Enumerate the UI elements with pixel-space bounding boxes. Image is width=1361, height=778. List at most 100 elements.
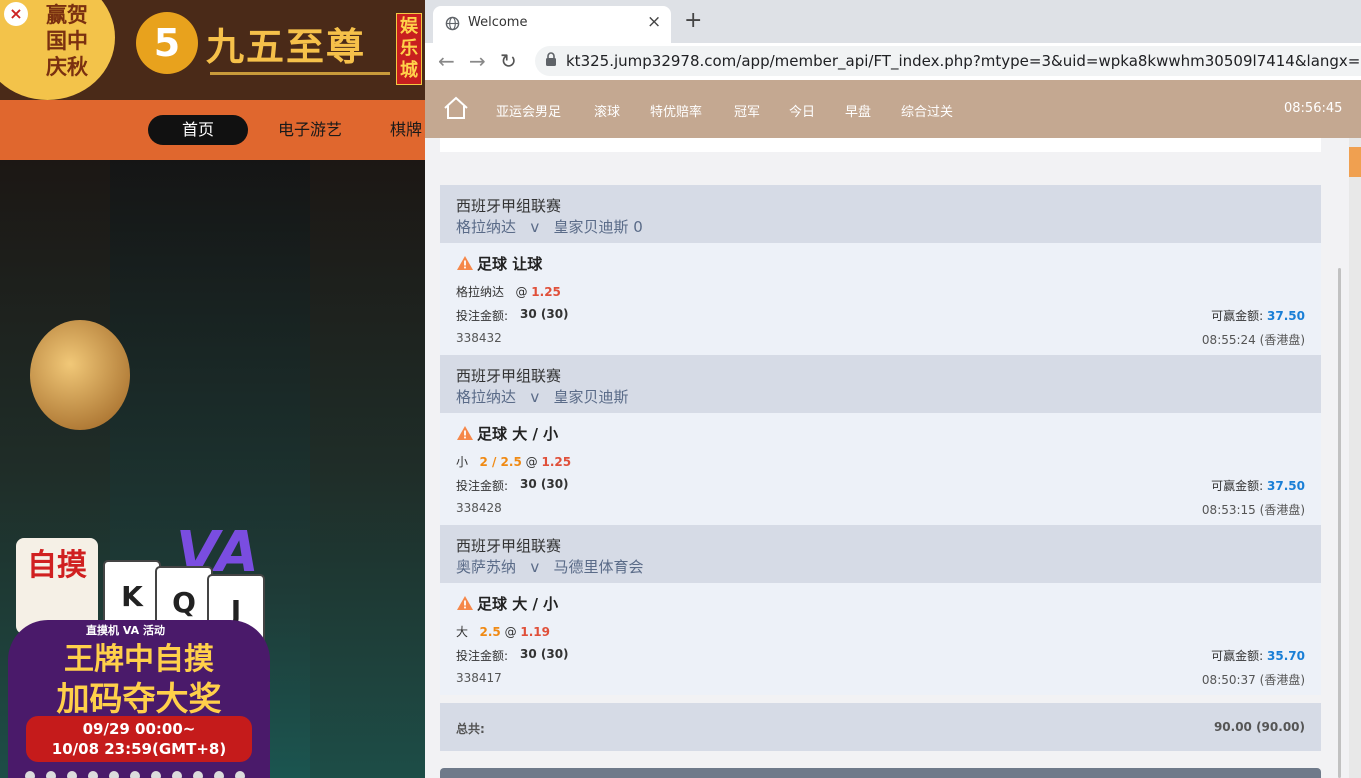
background-site: 赢贺国中庆秋 × 5 九五至尊 娱乐城 首页 电子游艺 棋牌 自摸 VA K Q… bbox=[0, 0, 425, 778]
tab-welcome[interactable]: Welcome × bbox=[433, 6, 671, 43]
coin-icon bbox=[30, 320, 130, 430]
bet-type: 足球 大 / 小 bbox=[477, 595, 559, 613]
carousel-dot[interactable] bbox=[193, 771, 203, 778]
warning-icon bbox=[456, 425, 474, 441]
promo-date-start: 09/29 00:00~ bbox=[82, 720, 196, 738]
home-team: 格拉纳达 bbox=[456, 218, 517, 236]
ticket-id: 338432 bbox=[456, 331, 502, 345]
stake-label: 投注金额: bbox=[456, 479, 509, 493]
address-bar[interactable]: kt325.jump32978.com/app/member_api/FT_in… bbox=[535, 46, 1361, 76]
carousel-dot[interactable] bbox=[67, 771, 77, 778]
forward-arrow-icon[interactable]: → bbox=[469, 49, 486, 73]
bet-selection: 大 2.5 @ 1.19 bbox=[456, 623, 550, 640]
bet-time: 08:50:37 (香港盘) bbox=[1201, 673, 1305, 687]
nav-early[interactable]: 早盘 bbox=[845, 101, 871, 120]
site-nav-home[interactable]: 首页 bbox=[148, 115, 248, 145]
carousel-dot[interactable] bbox=[46, 771, 56, 778]
brand-subtitle: 娱乐城 bbox=[396, 13, 422, 85]
lock-icon[interactable] bbox=[545, 52, 557, 71]
reload-icon[interactable]: ↻ bbox=[500, 49, 517, 73]
url-text[interactable]: kt325.jump32978.com/app/member_api/FT_in… bbox=[566, 52, 1361, 70]
home-icon[interactable] bbox=[443, 96, 469, 120]
home-team: 奥萨苏纳 bbox=[456, 558, 517, 576]
ticket-id: 338428 bbox=[456, 501, 502, 515]
at-sign: @ bbox=[504, 625, 517, 639]
bet-body: 足球 大 / 小 大 2.5 @ 1.19 投注金额: 30 (30) 可赢金额… bbox=[440, 583, 1321, 695]
promo-banner[interactable]: 自摸 VA K Q J 直摸机 VA 活动 王牌中自摸 加码夺大奖 09/29 … bbox=[8, 520, 278, 778]
pick: 格拉纳达 bbox=[456, 285, 505, 299]
match-teams: 格拉纳达 v 皇家贝迪斯 0 bbox=[456, 216, 643, 237]
close-ad-icon[interactable]: × bbox=[4, 2, 28, 26]
win-amount: 37.50 bbox=[1267, 479, 1305, 493]
promo-date: 09/29 00:00~ 10/08 23:59(GMT+8) bbox=[26, 716, 252, 762]
bet-body: 足球 大 / 小 小 2 / 2.5 @ 1.25 投注金额: 30 (30) … bbox=[440, 413, 1321, 525]
promo-headline-2: 加码夺大奖 bbox=[56, 679, 222, 718]
odds: 1.25 bbox=[531, 285, 561, 299]
bet-header: 西班牙甲组联赛 格拉纳达 v 皇家贝迪斯 0 bbox=[440, 185, 1321, 243]
close-tab-icon[interactable]: × bbox=[647, 12, 661, 32]
pick: 大 bbox=[456, 625, 469, 639]
top-panel bbox=[440, 138, 1321, 152]
bottom-bar bbox=[440, 768, 1321, 778]
nav-special-odds[interactable]: 特优赔率 bbox=[650, 101, 702, 120]
bet-type: 足球 让球 bbox=[477, 255, 543, 273]
scrollbar-thumb[interactable] bbox=[1338, 268, 1341, 778]
app-header: 亚运会男足 滚球 特优赔率 冠军 今日 早盘 综合过关 08:56:45 bbox=[425, 80, 1361, 138]
brand-divider bbox=[210, 72, 390, 75]
carousel-dot[interactable] bbox=[235, 771, 245, 778]
potential-win: 可赢金额: 37.50 bbox=[1211, 477, 1305, 494]
back-arrow-icon[interactable]: ← bbox=[438, 49, 455, 73]
carousel-dots[interactable] bbox=[25, 766, 275, 778]
warning-icon bbox=[456, 595, 474, 611]
globe-icon bbox=[445, 16, 460, 31]
browser-toolbar: ← → ↻ kt325.jump32978.com/app/member_api… bbox=[425, 43, 1361, 79]
carousel-dot[interactable] bbox=[130, 771, 140, 778]
win-label: 可赢金额: bbox=[1211, 649, 1264, 663]
bet-time: 08:53:15 (香港盘) bbox=[1201, 503, 1305, 517]
carousel-dot[interactable] bbox=[25, 771, 35, 778]
potential-win: 可赢金额: 37.50 bbox=[1211, 307, 1305, 324]
site-nav-cards[interactable]: 棋牌 bbox=[390, 115, 422, 145]
festival-text: 赢贺国中庆秋 bbox=[46, 2, 88, 79]
away-team: 马德里体育会 bbox=[553, 558, 644, 576]
stake-label: 投注金额: bbox=[456, 309, 509, 323]
stake-label: 投注金额: bbox=[456, 649, 509, 663]
browser-window: Welcome × + ← → ↻ kt325.jump32978.com/ap… bbox=[425, 0, 1361, 778]
vs-label: v bbox=[530, 558, 540, 576]
nav-champion[interactable]: 冠军 bbox=[734, 101, 760, 120]
nav-in-play[interactable]: 滚球 bbox=[594, 101, 620, 120]
promo-date-end: 10/08 23:59(GMT+8) bbox=[51, 740, 227, 758]
win-label: 可赢金额: bbox=[1211, 479, 1264, 493]
carousel-dot[interactable] bbox=[172, 771, 182, 778]
carousel-dot[interactable] bbox=[88, 771, 98, 778]
brand-logo-icon: 5 bbox=[136, 12, 198, 74]
match-teams: 格拉纳达 v 皇家贝迪斯 bbox=[456, 386, 629, 407]
carousel-dot[interactable] bbox=[214, 771, 224, 778]
away-team: 皇家贝迪斯 bbox=[553, 388, 629, 406]
potential-win: 可赢金额: 35.70 bbox=[1211, 647, 1305, 664]
site-nav-games[interactable]: 电子游艺 bbox=[278, 115, 342, 145]
total-label: 总共: bbox=[456, 722, 485, 736]
win-amount: 35.70 bbox=[1267, 649, 1305, 663]
side-tab[interactable] bbox=[1349, 147, 1361, 177]
new-tab-icon[interactable]: + bbox=[684, 8, 702, 33]
at-sign: @ bbox=[525, 455, 538, 469]
at-sign: @ bbox=[515, 285, 528, 299]
clock: 08:56:45 bbox=[1284, 101, 1343, 116]
carousel-dot[interactable] bbox=[109, 771, 119, 778]
carousel-dot[interactable] bbox=[151, 771, 161, 778]
nav-today[interactable]: 今日 bbox=[789, 101, 815, 120]
side-panel-edge bbox=[1349, 138, 1361, 778]
vs-label: v bbox=[530, 388, 540, 406]
brand-name: 九五至尊 bbox=[206, 24, 367, 69]
stake-amount: 30 (30) bbox=[520, 647, 569, 661]
nav-asian-games-football[interactable]: 亚运会男足 bbox=[496, 101, 561, 120]
nav-parlay[interactable]: 综合过关 bbox=[901, 101, 953, 120]
site-header: 赢贺国中庆秋 × 5 九五至尊 娱乐城 bbox=[0, 0, 425, 100]
bet-list: 西班牙甲组联赛 格拉纳达 v 皇家贝迪斯 0 足球 让球 格拉纳达 @ 1.25… bbox=[425, 138, 1361, 778]
league-name: 西班牙甲组联赛 bbox=[456, 197, 562, 215]
league-name: 西班牙甲组联赛 bbox=[456, 367, 562, 385]
league-name: 西班牙甲组联赛 bbox=[456, 537, 562, 555]
ticket-id: 338417 bbox=[456, 671, 502, 685]
bet-header: 西班牙甲组联赛 格拉纳达 v 皇家贝迪斯 bbox=[440, 355, 1321, 413]
